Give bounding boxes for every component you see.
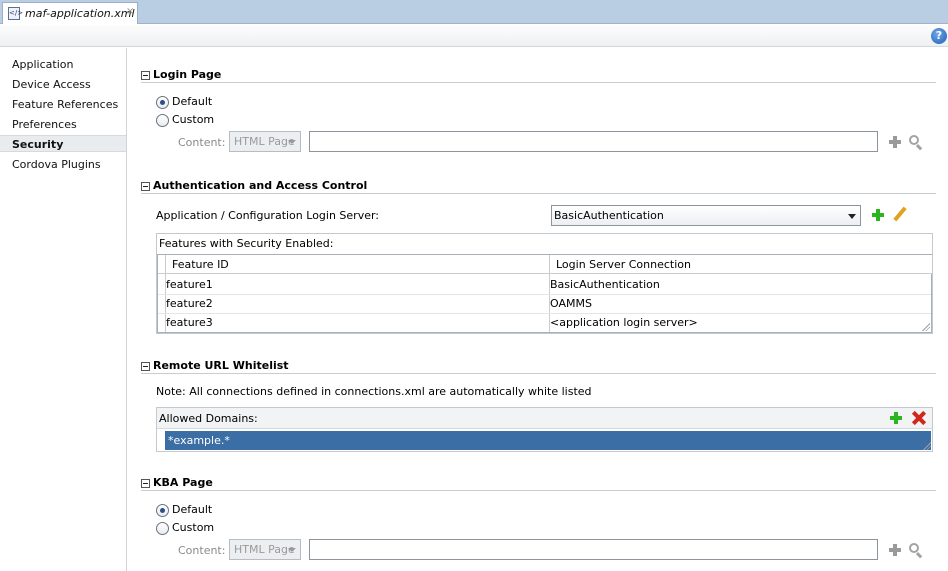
divider — [141, 490, 936, 491]
divider — [141, 82, 936, 83]
chevron-down-icon — [288, 548, 296, 552]
features-table[interactable]: Feature ID Login Server Connection featu… — [157, 254, 932, 333]
sidebar-item-preferences[interactable]: Preferences — [0, 116, 126, 133]
close-icon[interactable]: × — [126, 6, 134, 17]
collapse-icon[interactable] — [141, 182, 150, 191]
resize-grip[interactable] — [923, 442, 931, 450]
allowed-domains-label: Allowed Domains: — [159, 412, 258, 425]
add-icon — [888, 543, 902, 557]
column-header-feature-id[interactable]: Feature ID — [158, 255, 550, 274]
collapse-icon[interactable] — [141, 362, 150, 371]
login-default-radio[interactable] — [156, 96, 169, 109]
editor-tab-bar — [0, 0, 948, 24]
kba-default-label: Default — [172, 503, 213, 516]
list-item-domain[interactable]: *example.* — [165, 431, 931, 450]
kba-custom-radio[interactable] — [156, 522, 169, 535]
select-value: HTML Page — [234, 543, 295, 556]
divider — [141, 373, 936, 374]
section-title: Authentication and Access Control — [153, 179, 368, 192]
table-cell-connection[interactable]: BasicAuthentication — [544, 275, 660, 294]
login-server-select[interactable]: BasicAuthentication — [551, 205, 861, 226]
kba-custom-label: Custom — [172, 521, 215, 534]
features-security-panel: Features with Security Enabled: Feature … — [156, 233, 933, 334]
sidebar-item-security[interactable]: Security — [0, 135, 126, 152]
panel-caption: Features with Security Enabled: — [157, 234, 932, 253]
kba-content-type-select: HTML Page — [229, 539, 301, 560]
collapse-icon[interactable] — [141, 479, 150, 488]
panel-caption: Allowed Domains: — [157, 408, 932, 429]
login-default-label: Default — [172, 95, 213, 108]
section-title: KBA Page — [153, 476, 213, 489]
whitelist-note: Note: All connections defined in connect… — [156, 385, 592, 398]
sidebar: Application Device Access Feature Refere… — [0, 48, 127, 571]
login-server-label: Application / Configuration Login Server… — [156, 209, 380, 222]
kba-default-radio[interactable] — [156, 504, 169, 517]
table-cell-feature-id[interactable]: feature1 — [160, 275, 213, 294]
sidebar-item-cordova-plugins[interactable]: Cordova Plugins — [0, 156, 126, 173]
chevron-down-icon — [288, 140, 296, 144]
column-header-login-server[interactable]: Login Server Connection — [550, 255, 932, 274]
search-icon — [908, 542, 924, 559]
tab-maf-application-xml[interactable]: </> maf-application.xml × — [2, 2, 138, 24]
divider — [141, 193, 936, 194]
login-content-input — [309, 131, 878, 152]
kba-content-label: Content: — [178, 544, 226, 557]
select-value: HTML Page — [234, 135, 295, 148]
section-title: Login Page — [153, 68, 222, 81]
login-content-type-select: HTML Page — [229, 131, 301, 152]
edit-icon[interactable] — [892, 207, 908, 223]
editor-header — [0, 25, 948, 47]
login-custom-label: Custom — [172, 113, 215, 126]
search-icon — [908, 134, 924, 151]
section-title: Remote URL Whitelist — [153, 359, 289, 372]
login-custom-radio[interactable] — [156, 114, 169, 127]
login-content-label: Content: — [178, 136, 226, 149]
select-value: BasicAuthentication — [554, 209, 664, 222]
collapse-icon[interactable] — [141, 71, 150, 80]
add-login-server-icon[interactable] — [871, 208, 885, 222]
allowed-domains-panel: Allowed Domains: *example.* — [156, 407, 933, 452]
table-cell-connection[interactable]: OAMMS — [544, 294, 592, 313]
sidebar-item-feature-references[interactable]: Feature References — [0, 96, 126, 113]
xml-file-icon: </> — [8, 7, 23, 20]
table-cell-feature-id[interactable]: feature3 — [160, 313, 213, 332]
sidebar-item-application[interactable]: Application — [0, 56, 126, 73]
add-domain-icon[interactable] — [889, 411, 903, 425]
tab-title: maf-application.xml — [25, 7, 135, 20]
kba-content-input — [309, 539, 878, 560]
sidebar-item-device-access[interactable]: Device Access — [0, 76, 126, 93]
chevron-down-icon — [848, 214, 856, 219]
table-cell-connection[interactable]: <application login server> — [544, 313, 698, 332]
delete-domain-icon[interactable] — [911, 410, 927, 426]
table-cell-feature-id[interactable]: feature2 — [160, 294, 213, 313]
resize-grip[interactable] — [922, 323, 930, 331]
help-icon[interactable]: ? — [931, 28, 947, 44]
add-icon — [888, 135, 902, 149]
